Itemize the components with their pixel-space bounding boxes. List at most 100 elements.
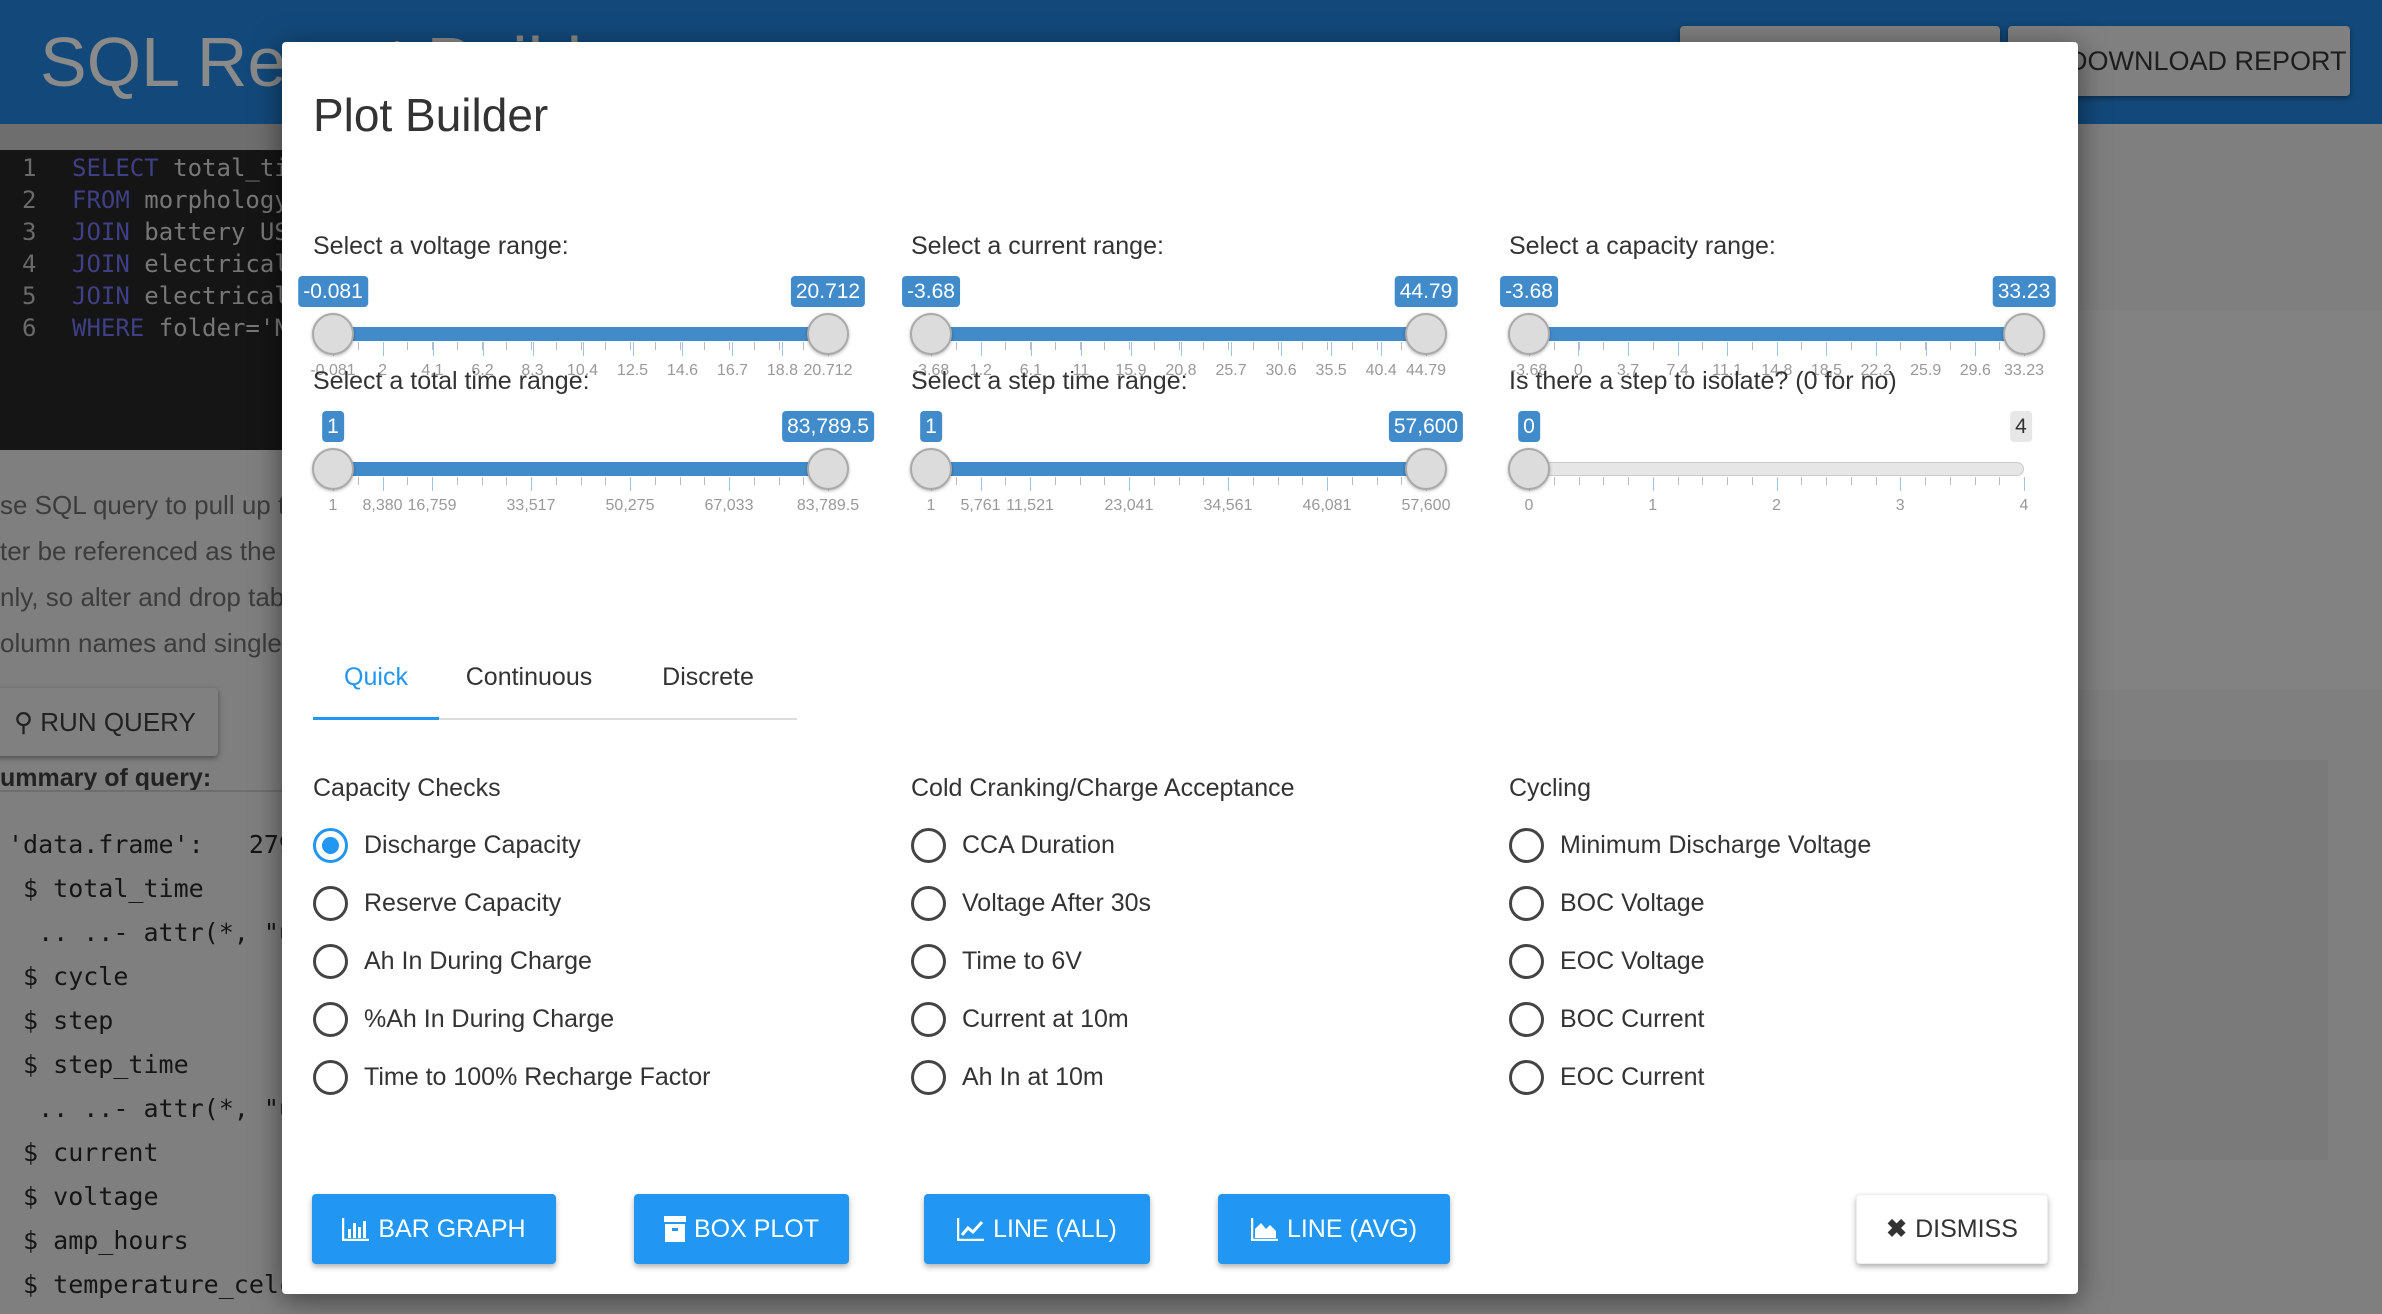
radio-button[interactable] — [911, 1001, 946, 1037]
radio-option[interactable]: Current at 10m — [911, 999, 1129, 1039]
radio-option[interactable]: EOC Voltage — [1509, 941, 1705, 981]
radio-option[interactable]: Voltage After 30s — [911, 883, 1151, 923]
line-all-button[interactable]: LINE (ALL) — [924, 1194, 1150, 1264]
slider-minor-tick — [1376, 342, 1378, 350]
radio-option[interactable]: BOC Current — [1509, 999, 1704, 1039]
slider-minor-tick — [555, 477, 557, 485]
radio-button[interactable] — [313, 1059, 348, 1095]
slider-minor-tick — [1751, 477, 1753, 485]
radio-button[interactable] — [911, 1059, 946, 1095]
radio-option[interactable]: Minimum Discharge Voltage — [1509, 825, 1871, 865]
slider-minor-tick — [1949, 477, 1951, 485]
radio-button[interactable] — [1509, 1001, 1544, 1037]
slider-minor-tick — [704, 477, 706, 485]
slider-major-tick — [432, 477, 433, 491]
slider-major-tick — [482, 342, 484, 356]
radio-option[interactable]: EOC Current — [1509, 1057, 1704, 1097]
slider-to-handle[interactable] — [1405, 448, 1447, 490]
slider-tick-label: 67,033 — [704, 497, 754, 514]
background-panel — [2078, 760, 2328, 1160]
slider-tick-label: 8,380 — [362, 497, 403, 514]
slider-minor-tick — [506, 477, 508, 485]
slider-to-value: 20.712 — [790, 276, 866, 307]
slider-minor-tick — [407, 477, 409, 485]
line-number: 1 — [22, 154, 37, 182]
radio-button[interactable] — [1509, 943, 1544, 979]
slider-minor-tick — [1900, 342, 1902, 350]
radio-button[interactable] — [313, 885, 348, 921]
radio-label: Current at 10m — [962, 1004, 1129, 1033]
radio-button[interactable] — [313, 943, 348, 979]
radio-option[interactable]: Reserve Capacity — [313, 883, 561, 923]
radio-label: Time to 100% Recharge Factor — [364, 1062, 711, 1091]
slider-track[interactable] — [1529, 462, 2024, 476]
slider-minor-tick — [407, 342, 409, 350]
tab-quick[interactable]: Quick — [313, 652, 439, 720]
archive-icon — [663, 1216, 686, 1242]
radio-option[interactable]: Time to 6V — [911, 941, 1082, 981]
radio-group-heading: Capacity Checks — [313, 774, 501, 802]
tab-discrete[interactable]: Discrete — [619, 652, 797, 720]
radio-option[interactable]: Time to 100% Recharge Factor — [313, 1057, 710, 1097]
radio-button[interactable] — [1509, 885, 1544, 921]
radio-option[interactable]: %Ah In During Charge — [313, 999, 614, 1039]
bar-graph-button[interactable]: BAR GRAPH — [312, 1194, 556, 1264]
radio-button[interactable] — [911, 943, 946, 979]
box-plot-button[interactable]: BOX PLOT — [634, 1194, 849, 1264]
slider-minor-tick — [803, 342, 805, 350]
line-avg-button[interactable]: LINE (AVG) — [1218, 1194, 1450, 1264]
sql-editor[interactable]: 1 SELECT total_time 2 FROM morphology 3 JOIN … — [0, 150, 300, 450]
radio-option[interactable]: BOC Voltage — [1509, 883, 1705, 923]
slider-minor-tick — [1652, 342, 1654, 350]
slider-to-handle[interactable] — [807, 313, 849, 355]
radio-button[interactable] — [313, 827, 348, 863]
slider-minor-tick — [1228, 342, 1229, 350]
dismiss-button[interactable]: ✖ DISMISS — [1856, 1194, 2048, 1264]
radio-option[interactable]: Ah In During Charge — [313, 941, 592, 981]
slider-from-handle[interactable] — [910, 313, 952, 355]
slider-from-value: 1 — [920, 411, 942, 442]
slider-minor-tick — [1677, 477, 1679, 485]
radio-button[interactable] — [911, 885, 946, 921]
radio-button[interactable] — [911, 827, 946, 863]
slider-label: Select a capacity range: — [1509, 232, 1776, 260]
slider-tick-label: 0 — [1524, 497, 1534, 514]
description-line: olumn names and single — [0, 628, 282, 658]
slider-minor-tick — [778, 342, 780, 350]
slider-major-tick — [729, 477, 730, 491]
line-number: 4 — [22, 250, 37, 278]
slider-to-handle[interactable] — [807, 448, 849, 490]
slider-major-tick — [531, 477, 532, 491]
slider-tick-label: 4 — [2019, 497, 2029, 514]
slider-from-value: -0.081 — [298, 276, 368, 307]
radio-button[interactable] — [1509, 827, 1544, 863]
slider-minor-tick — [1277, 342, 1279, 350]
slider-minor-tick — [753, 477, 755, 485]
slider-minor-tick — [1875, 477, 1877, 485]
slider-from-handle[interactable] — [910, 448, 952, 490]
slider-major-tick — [782, 342, 784, 356]
slider-tick-label: 5,761 — [960, 497, 1001, 514]
radio-button[interactable] — [313, 1001, 348, 1037]
slider-to-handle[interactable] — [1405, 313, 1447, 355]
slider-from-handle[interactable] — [1508, 313, 1550, 355]
description-line: se SQL query to pull up t — [0, 490, 286, 520]
slider-major-tick — [1677, 342, 1679, 356]
slider-to-handle[interactable] — [2003, 313, 2045, 355]
slider-tick-label: 46,081 — [1302, 497, 1352, 514]
slider-from-handle[interactable] — [312, 448, 354, 490]
slider-from-handle[interactable] — [312, 313, 354, 355]
slider-minor-tick — [456, 477, 458, 485]
radio-option[interactable]: CCA Duration — [911, 825, 1115, 865]
slider-minor-tick — [778, 477, 780, 485]
slider-handle[interactable] — [1508, 448, 1550, 490]
slider-minor-tick — [1153, 477, 1155, 485]
radio-option[interactable]: Discharge Capacity — [313, 825, 581, 865]
radio-option[interactable]: Ah In at 10m — [911, 1057, 1104, 1097]
run-query-button[interactable]: ⚲ RUN QUERY — [0, 688, 218, 756]
radio-button[interactable] — [1509, 1059, 1544, 1095]
tab-continuous[interactable]: Continuous — [439, 652, 619, 720]
search-icon: ⚲ — [14, 707, 34, 737]
slider-major-tick — [2024, 477, 2025, 491]
plot-builder-modal: Plot Builder Quick Continuous Discrete B… — [282, 42, 2078, 1294]
